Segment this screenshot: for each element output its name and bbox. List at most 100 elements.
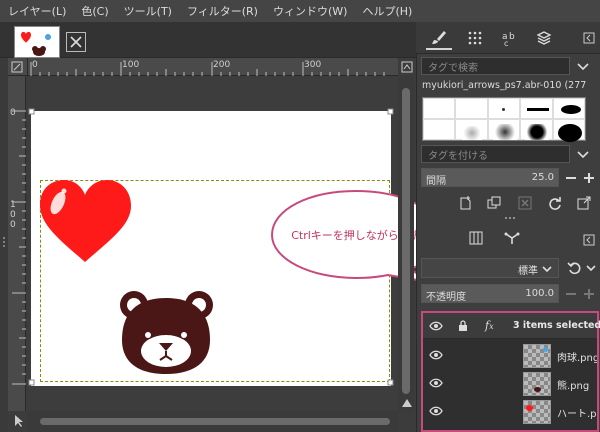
spacing-label: 間隔 [426,176,446,187]
spacing-value: 25.0 [531,172,554,183]
tag-search-dropdown[interactable] [574,57,592,75]
layer-thumbnail [523,344,551,368]
brush-swatch[interactable] [455,119,488,140]
dock-separator-grip[interactable] [416,214,600,222]
channels-icon [469,231,483,245]
layers-dock-menu-icon[interactable] [580,231,598,249]
layer-row[interactable]: 熊.png [423,370,597,397]
menu-windows[interactable]: ウィンドウ(W) [265,3,354,19]
layer-name[interactable]: 肉球.png [557,349,597,364]
layer-row[interactable]: ハート.png [423,398,597,425]
brush-swatch[interactable] [552,119,585,142]
tag-search-input[interactable]: タグで検索 [421,57,570,75]
undo-icon [567,262,581,275]
fx-icon: fx [485,319,494,332]
brush-swatch[interactable] [423,98,456,119]
layer-row[interactable]: 肉球.png [423,342,597,369]
layer-mode-value: 標準 [518,266,538,277]
brush-swatch[interactable] [487,98,521,119]
x-icon [70,36,82,48]
layers-list-header: fx 3 items selected [423,313,600,339]
spacing-decrement-button[interactable] [562,169,580,187]
menu-tools[interactable]: ツール(T) [116,3,179,19]
chevron-down-icon [586,265,596,272]
tab-paths[interactable] [499,226,525,250]
mode-dropdown[interactable] [582,259,600,277]
horizontal-scroll-thumb[interactable] [40,418,390,425]
vertical-ruler[interactable]: 0 1 0 0 [8,76,26,411]
dock-menu-icon[interactable] [580,29,598,47]
tab-fonts[interactable]: abc [497,26,523,50]
tab-patterns[interactable] [462,26,488,50]
layer-mode-select[interactable]: 標準 [421,258,559,278]
refresh-icon [549,197,561,210]
svg-text:b: b [509,32,515,42]
menu-layer[interactable]: レイヤー(L) [0,3,73,19]
pointer-icon[interactable] [10,412,28,430]
brush-swatch[interactable] [520,98,553,119]
brush-swatch[interactable] [552,98,585,119]
lock-icon [459,320,467,331]
delete-icon [518,196,532,210]
menu-color[interactable]: 色(C) [73,3,115,19]
spacing-increment-button[interactable] [580,169,598,187]
svg-text:c: c [504,39,508,46]
chevron-down-icon [577,63,589,71]
eye-icon[interactable] [429,404,443,418]
menu-help[interactable]: ヘルプ(H) [354,3,419,19]
paths-icon [504,232,520,244]
quick-mask-icon [11,61,23,73]
open-as-image-icon [577,196,591,210]
eye-icon[interactable] [429,348,443,362]
opacity-value: 100.0 [525,288,554,299]
layer-name[interactable]: ハート.png [557,405,597,420]
navigate-icon[interactable] [398,58,416,76]
ruler-ticks [30,62,385,76]
brush-grid[interactable] [422,97,586,142]
ruler-ticks [12,110,26,385]
opacity-slider[interactable]: 不透明度 100.0 [421,284,559,303]
opacity-label: 不透明度 [426,292,466,303]
stack-icon [536,31,552,45]
menu-filters[interactable]: フィルター(R) [179,3,265,19]
brush-swatch[interactable] [423,119,456,140]
layer-name[interactable]: 熊.png [557,377,597,392]
opacity-increment-button[interactable] [580,285,598,303]
brush-icon [432,31,446,44]
brush-swatch[interactable] [455,98,488,119]
new-brush-button[interactable] [456,194,474,212]
tag-search-placeholder: タグで検索 [428,62,478,74]
cursor-arrow-icon [15,415,23,427]
toolbox-grip[interactable] [0,58,8,432]
eye-icon[interactable] [429,376,443,390]
close-tab-icon[interactable] [66,32,86,52]
scroll-down-icon[interactable] [398,394,416,412]
zoom-navigate-icon [401,61,413,73]
tab-document-history[interactable] [531,26,557,50]
image-tab-thumbnail[interactable] [14,26,60,58]
brush-swatch[interactable] [520,119,553,140]
layer-thumbnail [523,400,551,424]
plus-icon [584,289,594,299]
image-tab-strip [0,22,416,58]
open-brush-button[interactable] [575,194,593,212]
delete-brush-button[interactable] [516,194,534,212]
new-document-icon [460,196,471,210]
opacity-decrement-button[interactable] [562,285,580,303]
brush-swatch[interactable] [487,119,521,140]
duplicate-brush-button[interactable] [485,194,503,212]
ruler-corner[interactable] [8,58,28,76]
tag-assign-input[interactable]: タグを付ける [421,145,570,163]
tab-menu-icon [583,234,595,246]
horizontal-ruler[interactable]: 0 100 200 300 [28,58,398,76]
vertical-scroll-thumb[interactable] [402,88,410,394]
minus-icon [566,177,576,179]
layer-thumbnail [523,372,551,396]
tab-brushes[interactable] [426,26,452,50]
tab-channels[interactable] [463,226,489,250]
spacing-slider[interactable]: 間隔 25.0 [421,168,559,187]
refresh-brushes-button[interactable] [546,194,564,212]
menu-bar: レイヤー(L) 色(C) ツール(T) フィルター(R) ウィンドウ(W) ヘル… [0,0,600,22]
duplicate-icon [487,196,501,209]
tag-assign-dropdown[interactable] [574,145,592,163]
